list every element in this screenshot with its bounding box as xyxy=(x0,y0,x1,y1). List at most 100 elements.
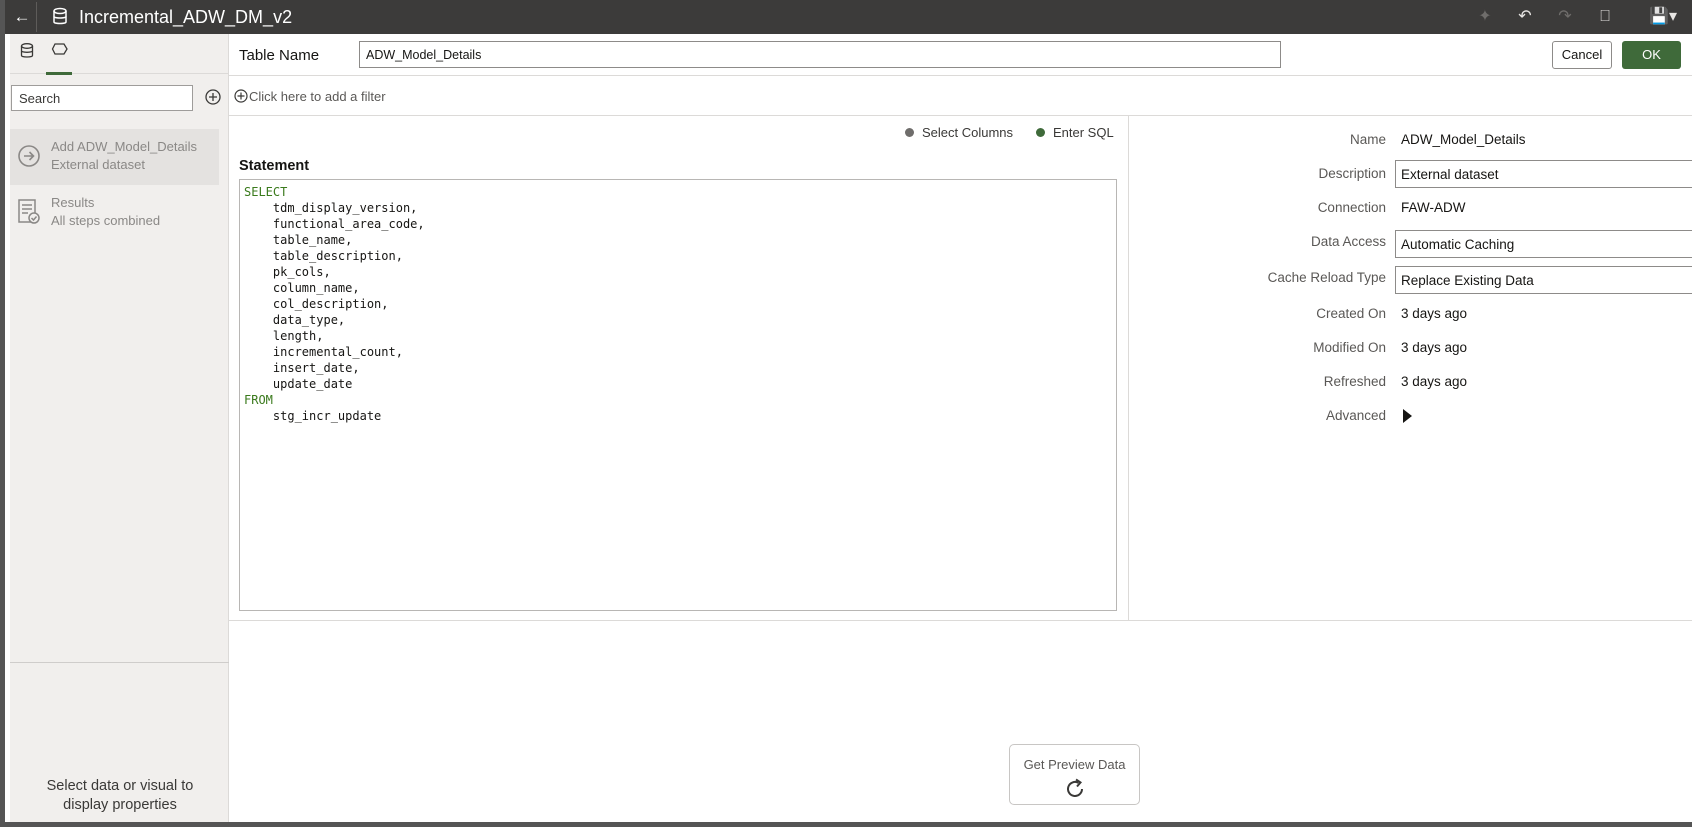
sql-line: tdm_display_version, xyxy=(244,200,1112,216)
prop-description-label: Description xyxy=(1318,166,1386,181)
sql-text: insert_date, xyxy=(244,361,360,375)
sql-line: stg_incr_update xyxy=(244,408,1112,424)
add-filter-icon[interactable] xyxy=(234,89,248,103)
sql-text: pk_cols, xyxy=(244,265,331,279)
pane-divider xyxy=(229,620,1692,621)
prop-connection: Connection FAW-ADW xyxy=(1129,194,1692,222)
sql-editor[interactable]: SELECT tdm_display_version, functional_a… xyxy=(239,179,1117,611)
sql-text: functional_area_code, xyxy=(244,217,425,231)
prop-cache-reload: Cache Reload Type Replace Existing Data xyxy=(1129,264,1692,294)
prop-connection-label: Connection xyxy=(1317,200,1386,215)
prop-advanced[interactable]: Advanced xyxy=(1129,402,1692,430)
cache-reload-select[interactable]: Replace Existing Data xyxy=(1395,266,1692,294)
step-add-dataset[interactable]: Add ADW_Model_Details External dataset xyxy=(10,129,219,185)
data-access-select[interactable]: Automatic Caching xyxy=(1395,230,1692,258)
sql-line: col_description, xyxy=(244,296,1112,312)
prop-advanced-label: Advanced xyxy=(1325,408,1386,423)
step-subtitle: All steps combined xyxy=(51,213,161,228)
sql-line: functional_area_code, xyxy=(244,216,1112,232)
tag-tab[interactable] xyxy=(46,42,72,75)
prop-created-label: Created On xyxy=(1316,306,1386,321)
sql-keyword: SELECT xyxy=(244,185,288,199)
sql-line: column_name, xyxy=(244,280,1112,296)
search-input[interactable] xyxy=(11,85,193,111)
left-panel: Add ADW_Model_Details External dataset R… xyxy=(10,34,229,822)
title-bar: ← Incremental_ADW_DM_v2 ✦ ↶ ↷ ⎕ 💾▾ xyxy=(5,0,1692,34)
sql-text: update_date xyxy=(244,377,353,391)
table-name-input[interactable] xyxy=(359,41,1281,68)
sql-keyword: FROM xyxy=(244,393,273,407)
sql-text: length, xyxy=(244,329,324,343)
cancel-button[interactable]: Cancel xyxy=(1552,41,1612,69)
sql-line: FROM xyxy=(244,392,1112,408)
sql-text: table_name, xyxy=(244,233,353,247)
sql-text: table_description, xyxy=(244,249,403,263)
redo-icon[interactable]: ↷ xyxy=(1554,6,1576,28)
prop-name: Name ADW_Model_Details xyxy=(1129,126,1692,154)
radio-dot-selected xyxy=(1036,128,1045,137)
tag-tab-icon xyxy=(51,43,68,55)
sql-line: table_description, xyxy=(244,248,1112,264)
sql-line: insert_date, xyxy=(244,360,1112,376)
sql-line: SELECT xyxy=(244,184,1112,200)
add-filter-text[interactable]: Click here to add a filter xyxy=(249,89,386,104)
expand-arrow-icon[interactable] xyxy=(1403,409,1412,423)
radio-dot xyxy=(905,128,914,137)
prop-refreshed-value: 3 days ago xyxy=(1401,374,1468,389)
get-preview-data-button[interactable]: Get Preview Data xyxy=(1009,744,1140,805)
step-subtitle: External dataset xyxy=(51,157,145,172)
preview-label: Get Preview Data xyxy=(1023,757,1126,772)
sql-text: tdm_display_version, xyxy=(244,201,418,215)
sql-line: update_date xyxy=(244,376,1112,392)
sql-text: column_name, xyxy=(244,281,360,295)
magic-wand-icon[interactable]: ✦ xyxy=(1474,6,1496,28)
prop-name-value: ADW_Model_Details xyxy=(1401,132,1526,147)
page-title: Incremental_ADW_DM_v2 xyxy=(79,7,293,27)
filter-bar[interactable]: Click here to add a filter xyxy=(229,76,1692,116)
table-name-header: Table Name Cancel OK xyxy=(229,34,1692,76)
prop-modified-label: Modified On xyxy=(1313,340,1386,355)
sql-pane: Select Columns Enter SQL Statement SELEC… xyxy=(229,116,1129,620)
sql-text: data_type, xyxy=(244,313,346,327)
step-title: Results xyxy=(51,195,95,210)
sql-line: table_name, xyxy=(244,232,1112,248)
undo-icon[interactable]: ↶ xyxy=(1514,6,1536,28)
add-step-arrow-icon xyxy=(18,145,40,167)
data-tab[interactable] xyxy=(15,42,39,66)
enter-sql-label: Enter SQL xyxy=(1053,125,1114,140)
step-title: Add ADW_Model_Details xyxy=(51,139,197,154)
description-field[interactable]: External dataset xyxy=(1395,160,1692,188)
prop-description: Description External dataset xyxy=(1129,160,1692,188)
properties-hint: Select data or visual to display propert… xyxy=(46,778,194,813)
prop-cache-reload-label: Cache Reload Type xyxy=(1267,270,1386,285)
refresh-icon xyxy=(1067,778,1083,797)
left-panel-tabs xyxy=(10,34,229,75)
database-tab-icon xyxy=(20,43,34,58)
sql-text: incremental_count, xyxy=(244,345,403,359)
bookmark-icon[interactable]: ⎕ xyxy=(1594,6,1616,28)
add-step-icon[interactable] xyxy=(204,88,222,106)
prop-modified: Modified On 3 days ago xyxy=(1129,334,1692,362)
main-area: Table Name Cancel OK Click here to add a… xyxy=(229,34,1692,822)
prop-data-access-label: Data Access xyxy=(1310,234,1386,249)
save-menu-icon[interactable]: 💾▾ xyxy=(1648,6,1678,28)
prop-data-access: Data Access Automatic Caching xyxy=(1129,228,1692,258)
table-name-label: Table Name xyxy=(239,47,320,64)
prop-created-value: 3 days ago xyxy=(1401,306,1468,321)
sql-line: pk_cols, xyxy=(244,264,1112,280)
prop-refreshed: Refreshed 3 days ago xyxy=(1129,368,1692,396)
prop-name-label: Name xyxy=(1349,132,1386,147)
select-columns-label: Select Columns xyxy=(922,125,1014,140)
ok-button[interactable]: OK xyxy=(1622,41,1681,69)
app-window: ← Incremental_ADW_DM_v2 ✦ ↶ ↷ ⎕ 💾▾ Searc… xyxy=(0,0,1692,827)
enter-sql-option[interactable]: Enter SQL xyxy=(1036,125,1114,140)
sql-text: col_description, xyxy=(244,297,389,311)
sql-text: stg_incr_update xyxy=(244,409,382,423)
prop-modified-value: 3 days ago xyxy=(1401,340,1468,355)
database-icon xyxy=(53,7,67,25)
select-columns-option[interactable]: Select Columns xyxy=(905,125,1013,140)
properties-pane: Name ADW_Model_Details Description Exter… xyxy=(1129,116,1692,620)
back-arrow-icon[interactable]: ← xyxy=(11,6,33,28)
step-results[interactable]: Results All steps combined xyxy=(10,185,219,241)
sql-line: incremental_count, xyxy=(244,344,1112,360)
